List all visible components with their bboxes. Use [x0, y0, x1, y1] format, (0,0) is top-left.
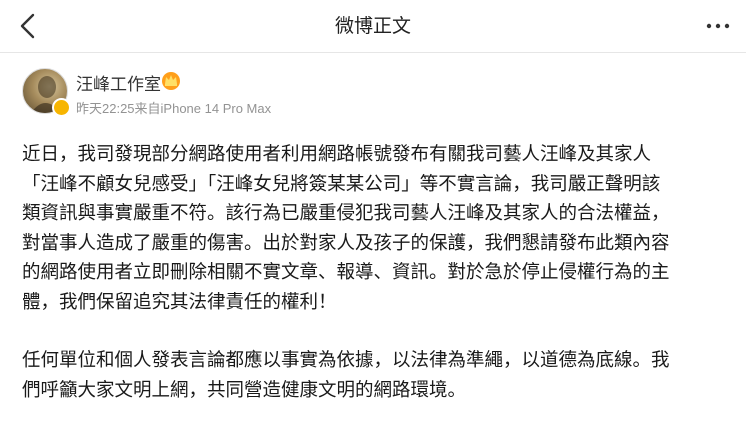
more-options-button[interactable]	[702, 10, 734, 42]
post-content: 近日，我司發現部分網路使用者利用網路帳號發布有關我司藝人汪峰及其家人 「汪峰不顧…	[22, 140, 728, 405]
author-name[interactable]: 汪峰工作室	[76, 70, 161, 95]
paragraph-line: 「汪峰不顧女兒感受」「汪峰女兒將簽某某公司」等不實言論，我司嚴正聲明該	[22, 173, 661, 195]
more-dots-icon	[706, 23, 730, 29]
author-header: 汪峰工作室 昨天22:25来自iPhone 14 Pro Max	[22, 66, 724, 122]
paragraph-line: 對當事人造成了嚴重的傷害。出於對家人及孩子的保護，我們懇請發布此類內容	[22, 232, 670, 254]
page-title: 微博正文	[334, 15, 411, 37]
post-meta: 昨天22:25来自iPhone 14 Pro Max	[76, 101, 272, 116]
paragraph-line: 近日，我司發現部分網路使用者利用網路帳號發布有關我司藝人汪峰及其家人	[22, 144, 652, 165]
paragraph-line: 任何單位和個人發表言論都應以事實為依據，以法律為準繩，以道德為底線。我	[22, 350, 670, 371]
paragraph-line: 的網路使用者立即刪除相關不實文章、報導、資訊。對於急於停止侵權行為的主	[22, 262, 670, 283]
paragraph-line: 體，我們保留追究其法律責任的權利！	[22, 291, 337, 313]
crown-icon	[162, 72, 180, 90]
verified-badge-icon	[52, 98, 71, 117]
top-nav-bar: 微博正文	[0, 0, 746, 53]
paragraph-line: 們呼籲大家文明上網，共同營造健康文明的網路環境。	[22, 379, 467, 401]
paragraph-line: 類資訊與事實嚴重不符。該行為已嚴重侵犯我司藝人汪峰及其家人的合法權益，	[22, 203, 670, 224]
